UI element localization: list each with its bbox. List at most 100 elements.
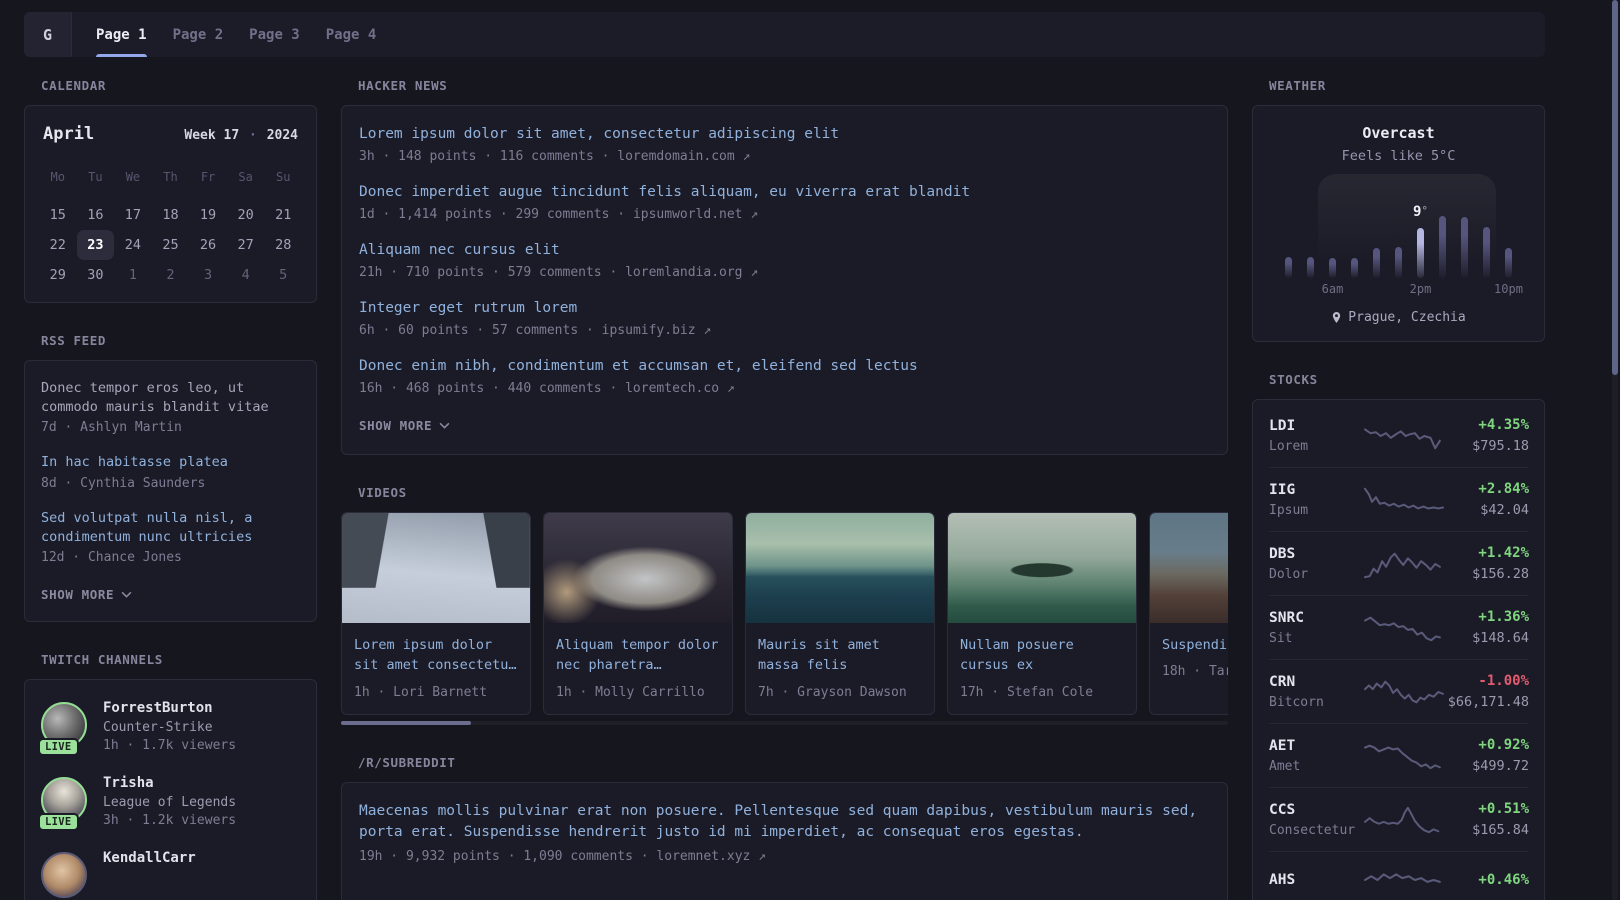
weather-hour-bar[interactable] [1439,216,1446,278]
calendar-day[interactable]: 15 [39,200,77,230]
hackernews-show-more-button[interactable]: SHOW MORE [359,418,450,433]
hackernews-item-title[interactable]: Integer eget rutrum lorem [359,298,1210,318]
calendar-day[interactable]: 20 [227,200,265,230]
stock-name: Amet [1269,758,1301,774]
subreddit-post-stats: 19h · 9,932 points · 1,090 comments · [359,848,657,864]
video-thumbnail[interactable] [746,513,934,623]
calendar-day[interactable]: 22 [39,230,77,260]
video-card: Lorem ipsum dolor sit amet consectetu… 1h… [341,512,531,715]
rss-item-title[interactable]: Donec tempor eros leo, ut commodo mauris… [41,379,300,416]
twitch-card: LIVE ForrestBurton Counter-Strike 1h · 1.7k… [24,679,317,900]
stock-symbol[interactable]: DBS [1269,546,1365,562]
weather-hour-bar[interactable] [1483,227,1490,278]
stock-symbol[interactable]: SNRC [1269,610,1365,626]
calendar-day-selected[interactable]: 23 [76,230,115,260]
hackernews-item: Aliquam nec cursus elit 21h · 710 points … [359,240,1210,280]
stock-symbol[interactable]: LDI [1269,418,1365,434]
weather-hour-bar[interactable] [1373,248,1380,278]
video-thumbnail[interactable] [1150,513,1228,623]
weather-hour-bar[interactable] [1505,248,1512,278]
stock-sparkline [1365,485,1443,515]
weather-hour-bar[interactable] [1351,258,1358,278]
calendar-day[interactable]: 1 [114,260,152,290]
calendar-day[interactable]: 25 [152,230,190,260]
videos-scrollbar-track[interactable] [341,720,1228,725]
hackernews-item-domain-link[interactable]: ipsumify.biz ↗ [602,323,712,338]
tab-page-3[interactable]: Page 3 [249,12,300,57]
subreddit-post-domain-link[interactable]: loremnet.xyz ↗ [656,849,766,864]
hackernews-item-domain-link[interactable]: loremdomain.com ↗ [617,149,750,164]
tab-page-1[interactable]: Page 1 [96,12,147,57]
tab-page-2[interactable]: Page 2 [173,12,224,57]
weather-hour-bar[interactable] [1285,257,1292,278]
weather-hour-bar[interactable] [1417,228,1424,278]
calendar-day[interactable]: 21 [264,200,302,230]
video-title[interactable]: Nullam posuere cursus ex [960,635,1124,676]
videos-scrollbar-thumb[interactable] [341,720,471,725]
rss-show-more-button[interactable]: SHOW MORE [41,587,132,602]
stock-symbol[interactable]: CRN [1269,674,1365,690]
calendar-day[interactable]: 2 [152,260,190,290]
video-title[interactable]: Mauris sit amet massa felis [758,635,922,676]
weather-hour-bar[interactable] [1329,258,1336,278]
calendar-day[interactable]: 16 [77,200,115,230]
stock-right: +2.84% $42.04 [1443,481,1529,518]
hackernews-item-domain-link[interactable]: loremlandia.org ↗ [625,265,758,280]
video-title[interactable]: Lorem ipsum dolor sit amet consectetu… [354,635,518,676]
twitch-channel-name[interactable]: ForrestBurton [103,700,236,716]
hackernews-item-domain-link[interactable]: loremtech.co ↗ [625,381,735,396]
hackernews-item: Lorem ipsum dolor sit amet, consectetur … [359,124,1210,164]
weather-hour-bar[interactable] [1395,247,1402,278]
video-thumbnail[interactable] [544,513,732,623]
hackernews-item-title[interactable]: Lorem ipsum dolor sit amet, consectetur … [359,124,1210,144]
rss-item-title[interactable]: Sed volutpat nulla nisl, a condimentum n… [41,509,300,546]
stock-symbol[interactable]: CCS [1269,802,1365,818]
calendar-day[interactable]: 18 [152,200,190,230]
stock-name: Sit [1269,630,1293,646]
stock-right: +4.35% $795.18 [1443,417,1529,454]
subreddit-widget: /R/SUBREDDIT Maecenas mollis pulvinar er… [341,755,1228,900]
hackernews-item-title[interactable]: Donec enim nibh, condimentum et accumsan… [359,356,1210,376]
calendar-weekday-row: Mo Tu We Th Fr Sa Su [39,162,302,192]
calendar-day[interactable]: 28 [264,230,302,260]
calendar-day[interactable]: 17 [114,200,152,230]
video-title[interactable]: Suspendisse diam [1162,635,1228,655]
calendar-day[interactable]: 3 [189,260,227,290]
stock-change: +1.36% [1478,609,1529,625]
hackernews-item-domain-link[interactable]: ipsumworld.net ↗ [633,207,758,222]
twitch-channel-game: League of Legends [103,795,237,811]
calendar-day[interactable]: 4 [227,260,265,290]
calendar-weekday: Su [275,170,291,184]
video-thumbnail[interactable] [342,513,530,623]
stock-price: $499.72 [1472,758,1529,774]
app-logo[interactable]: G [24,12,72,57]
subreddit-post-title[interactable]: Maecenas mollis pulvinar erat non posuer… [359,801,1210,843]
twitch-channel-name[interactable]: Trisha [103,775,236,791]
video-title[interactable]: Aliquam tempor dolor nec pharetra… [556,635,720,676]
calendar-day[interactable]: 29 [39,260,77,290]
rss-item-title[interactable]: In hac habitasse platea [41,453,300,472]
calendar-day[interactable]: 5 [264,260,302,290]
weather-hour-bar[interactable] [1307,257,1314,278]
avatar[interactable] [41,852,87,899]
middle-column: HACKER NEWS Lorem ipsum dolor sit amet, … [341,78,1228,900]
stock-row: CCS Consectetur +0.51% $165.84 [1269,787,1529,851]
stock-symbol[interactable]: AET [1269,738,1365,754]
video-thumbnail[interactable] [948,513,1136,623]
calendar-day[interactable]: 27 [227,230,265,260]
stock-symbol[interactable]: IIG [1269,482,1365,498]
page-scrollbar-track[interactable] [1612,0,1618,900]
calendar-day[interactable]: 24 [114,230,152,260]
hackernews-item-title[interactable]: Aliquam nec cursus elit [359,240,1210,260]
tab-page-4[interactable]: Page 4 [326,12,377,57]
weather-card: Overcast Feels like 5°C 9° 6am 2pm 10pm Pr… [1252,105,1545,342]
hackernews-item-title[interactable]: Donec imperdiet augue tincidunt felis al… [359,182,1210,202]
calendar-day[interactable]: 19 [189,200,227,230]
page-scrollbar-thumb[interactable] [1612,0,1618,375]
calendar-weekday: Tu [88,170,103,184]
twitch-channel-name[interactable]: KendallCarr [103,850,196,866]
calendar-day[interactable]: 26 [189,230,227,260]
stock-symbol[interactable]: AHS [1269,872,1365,888]
weather-hour-bar[interactable] [1461,217,1468,278]
calendar-day[interactable]: 30 [77,260,115,290]
